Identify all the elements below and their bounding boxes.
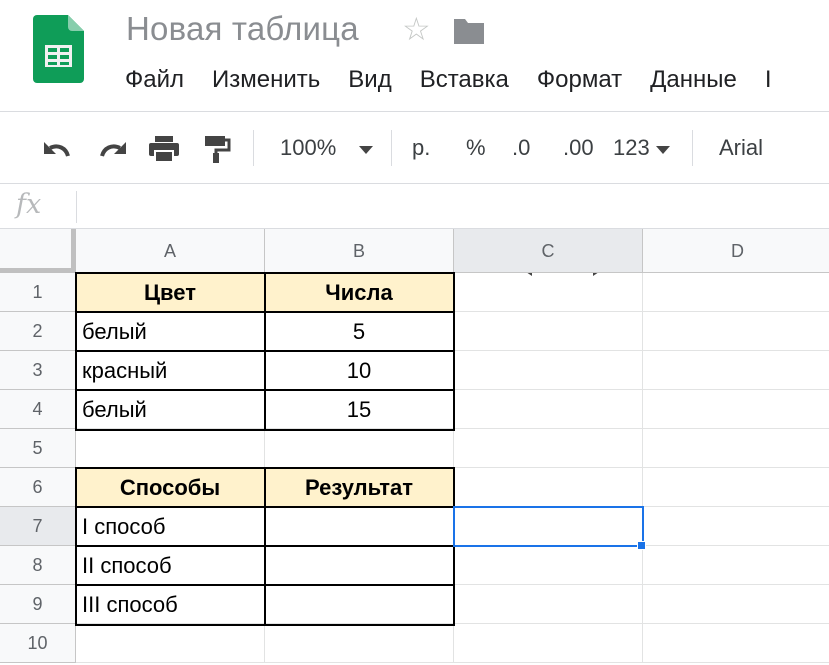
more-formats-button[interactable]: 123 [613,130,650,166]
row-header-3[interactable]: 3 [0,351,76,390]
zoom-dropdown-icon[interactable] [358,145,374,155]
active-cell-selection[interactable] [453,506,644,547]
spreadsheet-grid: A B C D 1 2 3 4 5 6 7 8 9 10 Цвет Числа … [0,229,829,665]
cell-c1[interactable] [454,273,643,312]
cell-b3[interactable]: 10 [265,351,454,390]
cell-b7[interactable] [265,507,454,546]
paint-format-icon[interactable] [196,134,236,164]
zoom-select[interactable]: 100% [280,130,336,166]
cell-a9[interactable]: III способ [76,585,265,624]
cell-b10[interactable] [265,624,454,663]
cell-c2[interactable] [454,312,643,351]
menu-data[interactable]: Данные [636,62,751,98]
font-select[interactable]: Arial [719,130,763,166]
cell-b6[interactable]: Результат [265,468,454,507]
cell-c5[interactable] [454,429,643,468]
table-divider [75,389,455,391]
cell-c3[interactable] [454,351,643,390]
cell-b8[interactable] [265,546,454,585]
table-divider [75,311,455,313]
cell-d9[interactable] [643,585,829,624]
row-header-5[interactable]: 5 [0,429,76,468]
formula-bar-separator [76,191,77,223]
row-header-4[interactable]: 4 [0,390,76,429]
cell-c9[interactable] [454,585,643,624]
row-header-8[interactable]: 8 [0,546,76,585]
cell-a1[interactable]: Цвет [76,273,265,312]
toolbar-separator [391,130,392,166]
menu-edit[interactable]: Изменить [198,62,334,98]
cell-d6[interactable] [643,468,829,507]
print-icon[interactable] [144,134,184,164]
cell-d7[interactable] [643,507,829,546]
percent-format-button[interactable]: % [466,130,486,166]
row-header-6[interactable]: 6 [0,468,76,507]
cell-c6[interactable] [454,468,643,507]
decrease-decimals-button[interactable]: .0 [512,130,530,166]
redo-icon[interactable] [92,134,132,164]
document-title[interactable]: Новая таблица [126,10,359,48]
cell-d2[interactable] [643,312,829,351]
column-header-d[interactable]: D [643,229,829,273]
cell-a4[interactable]: белый [76,390,265,429]
table-divider [75,506,455,508]
formula-bar: fx [0,185,829,229]
select-all-corner[interactable] [0,229,76,273]
cell-a10[interactable] [76,624,265,663]
table-divider [75,584,455,586]
column-header-b[interactable]: B [265,229,454,273]
star-icon[interactable]: ☆ [402,13,431,45]
cell-a7[interactable]: I способ [76,507,265,546]
cell-b1[interactable]: Числа [265,273,454,312]
row-header-2[interactable]: 2 [0,312,76,351]
toolbar-separator [692,130,693,166]
undo-icon[interactable] [38,134,78,164]
menu-view[interactable]: Вид [334,62,405,98]
cell-b9[interactable] [265,585,454,624]
cell-d4[interactable] [643,390,829,429]
cell-c4[interactable] [454,390,643,429]
more-formats-dropdown-icon[interactable] [655,145,671,155]
fx-icon: fx [16,189,42,220]
cell-d8[interactable] [643,546,829,585]
sheets-logo-icon[interactable] [33,15,84,83]
table-divider [75,545,455,547]
cell-b4[interactable]: 15 [265,390,454,429]
cell-a5[interactable] [76,429,265,468]
app-header: Новая таблица ☆ Файл Изменить Вид Вставк… [0,0,829,112]
fill-handle[interactable] [637,541,646,550]
table-divider [75,350,455,352]
cell-a8[interactable]: II способ [76,546,265,585]
formula-input[interactable] [90,193,790,221]
cell-c10[interactable] [454,624,643,663]
currency-format-button[interactable]: р. [412,130,430,166]
column-header-a[interactable]: A [76,229,265,273]
menu-bar: Файл Изменить Вид Вставка Формат Данные … [111,62,786,98]
row-header-7[interactable]: 7 [0,507,76,546]
cell-d5[interactable] [643,429,829,468]
cell-b5[interactable] [265,429,454,468]
cell-c8[interactable] [454,546,643,585]
column-header-c[interactable]: C [454,229,643,273]
menu-insert[interactable]: Вставка [406,62,523,98]
cell-a6[interactable]: Способы [76,468,265,507]
folder-icon[interactable] [452,16,486,46]
cell-d3[interactable] [643,351,829,390]
increase-decimals-button[interactable]: .00 [563,130,594,166]
cell-b2[interactable]: 5 [265,312,454,351]
cell-d1[interactable] [643,273,829,312]
cell-a3[interactable]: красный [76,351,265,390]
menu-next[interactable]: I [751,62,786,98]
row-header-10[interactable]: 10 [0,624,76,663]
row-header-9[interactable]: 9 [0,585,76,624]
cell-a2[interactable]: белый [76,312,265,351]
toolbar: 100% р. % .0 .00 123 Arial [0,112,829,276]
cell-d10[interactable] [643,624,829,663]
row-header-1[interactable]: 1 [0,273,76,312]
toolbar-separator [253,130,254,166]
menu-format[interactable]: Формат [523,62,636,98]
menu-file[interactable]: Файл [111,62,198,98]
